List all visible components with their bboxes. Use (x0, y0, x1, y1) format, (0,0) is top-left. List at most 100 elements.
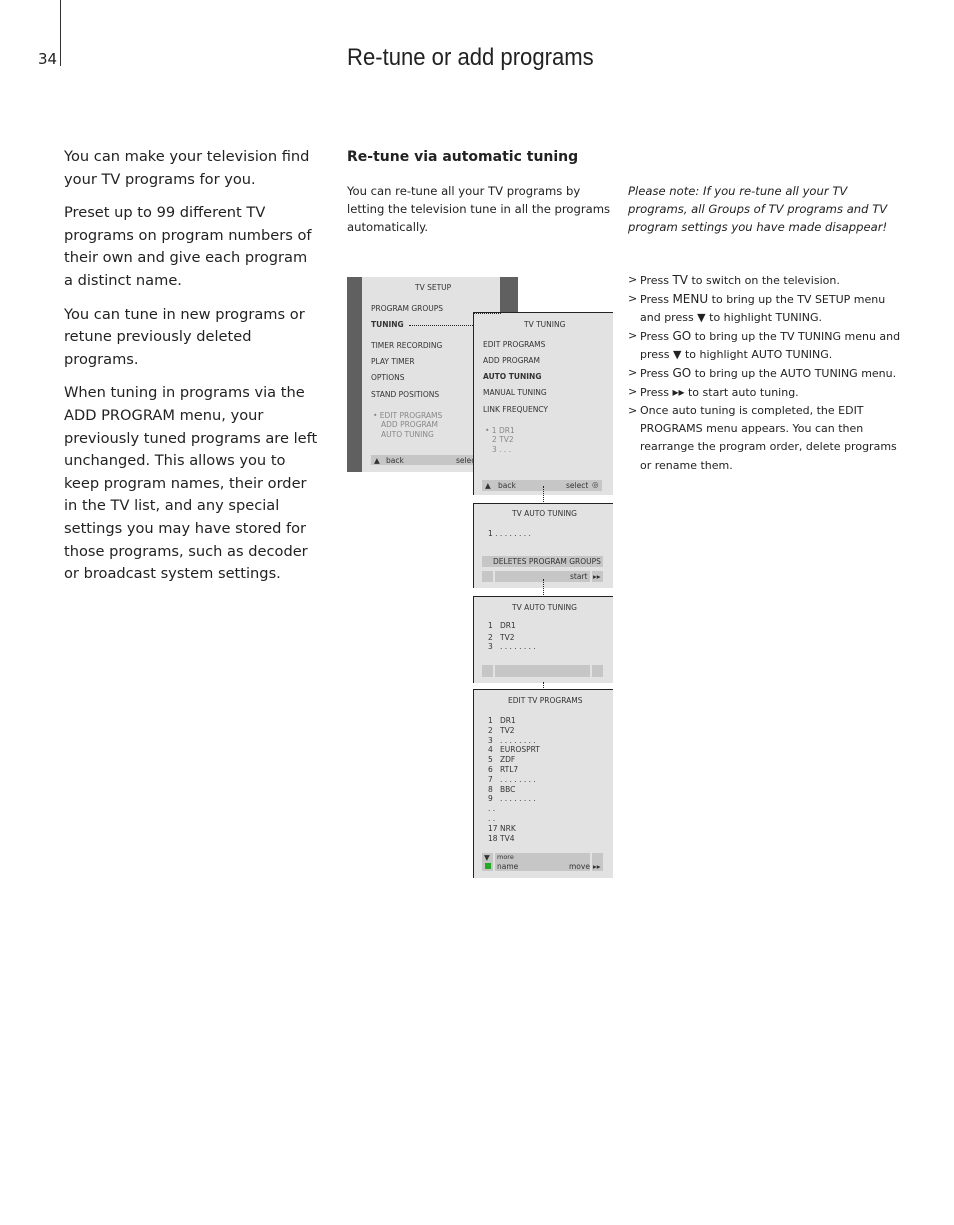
program-name[interactable]: . . . . . . . . (500, 775, 536, 784)
submenu-hint: • 1 DR1 (485, 426, 515, 435)
step-text: Press (640, 367, 673, 380)
program-name[interactable]: ZDF (500, 755, 515, 764)
start-button[interactable]: start (570, 572, 587, 581)
program-number: . . (488, 804, 496, 814)
program-name[interactable]: NRK (500, 824, 516, 833)
fast-forward-icon: ▸▸ (593, 572, 601, 581)
up-arrow-icon: ▲ (374, 456, 380, 465)
menu-item[interactable]: MANUAL TUNING (483, 388, 547, 397)
menu-title: TV TUNING (524, 320, 566, 329)
program-number: 18 (488, 833, 498, 843)
menu-title: TV AUTO TUNING (512, 603, 577, 612)
program-name[interactable]: TV4 (500, 834, 514, 843)
down-arrow-icon: ▼ (484, 853, 490, 862)
step-text: Once auto tuning is completed, the EDIT … (640, 404, 897, 472)
instruction-step: > Once auto tuning is completed, the EDIT… (628, 404, 897, 472)
tv-tuning-menu: TV TUNING EDIT PROGRAMS ADD PROGRAM AUTO… (473, 312, 613, 495)
program-name[interactable]: EUROSPRT (500, 745, 540, 754)
submenu-hint: ADD PROGRAM (381, 420, 439, 429)
remote-key: TV (672, 273, 688, 287)
go-icon: ◎ (592, 480, 599, 489)
program-number: 4 (488, 745, 493, 755)
program-name[interactable]: . . . . . . . . (500, 642, 536, 651)
step-text: to start auto tuning. (684, 386, 799, 399)
menu-item[interactable]: STAND POSITIONS (371, 390, 439, 399)
program-number: 7 (488, 774, 493, 784)
program-number: 1 (488, 621, 493, 630)
more-button[interactable]: more (497, 853, 514, 861)
page-title: Re-tune or add programs (347, 44, 594, 71)
remote-key: GO (672, 366, 692, 380)
menu-item[interactable]: OPTIONS (371, 373, 405, 382)
move-button[interactable]: move (569, 862, 590, 871)
edit-tv-programs-menu: EDIT TV PROGRAMS 1 DR1 2 TV2 3 . . . . . . . … (473, 689, 613, 878)
remote-key: GO (672, 329, 692, 343)
remote-key: ▸▸ (672, 385, 685, 399)
intro-paragraph: You can make your television find your T… (64, 148, 310, 188)
program-row: 1 . . . . . . . . (488, 529, 531, 538)
step-text: Press (640, 293, 673, 306)
program-name[interactable]: DR1 (500, 621, 516, 630)
program-number: 3 (488, 735, 493, 745)
submenu-hint: 2 TV2 (492, 435, 514, 444)
menu-title: TV AUTO TUNING (512, 509, 577, 518)
intro-text: You can make your television find your T… (64, 146, 319, 597)
program-number: 1 (488, 716, 493, 725)
select-button[interactable]: select (566, 481, 588, 490)
menu-item[interactable]: PLAY TIMER (371, 357, 415, 366)
menu-item[interactable]: TIMER RECORDING (371, 341, 442, 350)
step-text: Press (640, 386, 673, 399)
menu-item[interactable]: PROGRAM GROUPS (371, 304, 443, 313)
program-number: 9 (488, 794, 493, 804)
step-text: Press (640, 274, 673, 287)
instruction-step: > Press GO to bring up the TV TUNING menu… (628, 329, 901, 361)
menu-item[interactable]: LINK FREQUENCY (483, 405, 548, 414)
remote-key: MENU (672, 292, 709, 306)
menu-item-highlighted[interactable]: AUTO TUNING (483, 372, 541, 381)
program-number: . . (488, 814, 496, 823)
section-heading: Re-tune via automatic tuning (347, 149, 579, 165)
instruction-step: > Press GO to bring up the AUTO TUNING me… (628, 366, 897, 380)
lead-text: You can re-tune all your TV programs by … (347, 184, 611, 234)
page-number: 34 (38, 50, 58, 68)
program-name[interactable]: BBC (500, 785, 515, 794)
program-number: 2 (488, 633, 493, 642)
intro-paragraph: When tuning in programs via the ADD PROG… (64, 384, 318, 583)
name-button[interactable]: name (497, 862, 518, 871)
intro-paragraph: You can tune in new programs or retune p… (64, 305, 305, 368)
green-button-icon (485, 863, 491, 869)
back-button[interactable]: back (498, 481, 516, 490)
program-name[interactable]: TV2 (500, 633, 514, 642)
program-number: 3 (488, 642, 493, 651)
intro-paragraph: Preset up to 99 different TV programs on… (64, 204, 312, 289)
auto-tuning-menu-progress: TV AUTO TUNING 1 DR1 2 TV2 3 . . . . . . . . (473, 596, 613, 683)
submenu-hint: 3 . . . (492, 445, 512, 454)
instruction-step: > Press TV to switch on the television. (628, 273, 840, 287)
back-button[interactable]: back (386, 456, 404, 465)
submenu-hint: AUTO TUNING (381, 430, 434, 439)
program-number: 5 (488, 755, 493, 765)
step-text: to switch on the television. (688, 274, 840, 287)
program-name[interactable]: . . . . . . . . (500, 736, 536, 745)
menu-title: EDIT TV PROGRAMS (508, 696, 583, 705)
program-number: 8 (488, 784, 493, 794)
margin-rule (60, 0, 61, 66)
menu-title: TV SETUP (415, 283, 452, 292)
instruction-step: > Press MENU to bring up the TV SETUP men… (628, 292, 886, 324)
menu-item-highlighted[interactable]: TUNING (371, 320, 404, 329)
program-number: 2 (488, 725, 493, 735)
menu-item[interactable]: EDIT PROGRAMS (483, 340, 545, 349)
page: 34 Re-tune or add programs You can make … (0, 0, 954, 1225)
instruction-step: > Press ▸▸ to start auto tuning. (628, 385, 799, 399)
auto-tuning-menu-start: TV AUTO TUNING 1 . . . . . . . . DELETES… (473, 503, 613, 588)
program-name[interactable]: . . . . . . . . (500, 794, 536, 803)
note-text: Please note: If you re-tune all your TV … (628, 184, 888, 234)
program-name[interactable]: RTL7 (500, 765, 518, 774)
program-number: 6 (488, 765, 493, 774)
step-text: to bring up the AUTO TUNING menu. (691, 367, 897, 380)
instruction-list: > Press TV to switch on the television. > P… (628, 271, 908, 475)
menu-item[interactable]: ADD PROGRAM (483, 356, 540, 365)
program-name[interactable]: DR1 (500, 716, 516, 725)
program-name[interactable]: TV2 (500, 726, 514, 735)
step-text: Press (640, 330, 673, 343)
